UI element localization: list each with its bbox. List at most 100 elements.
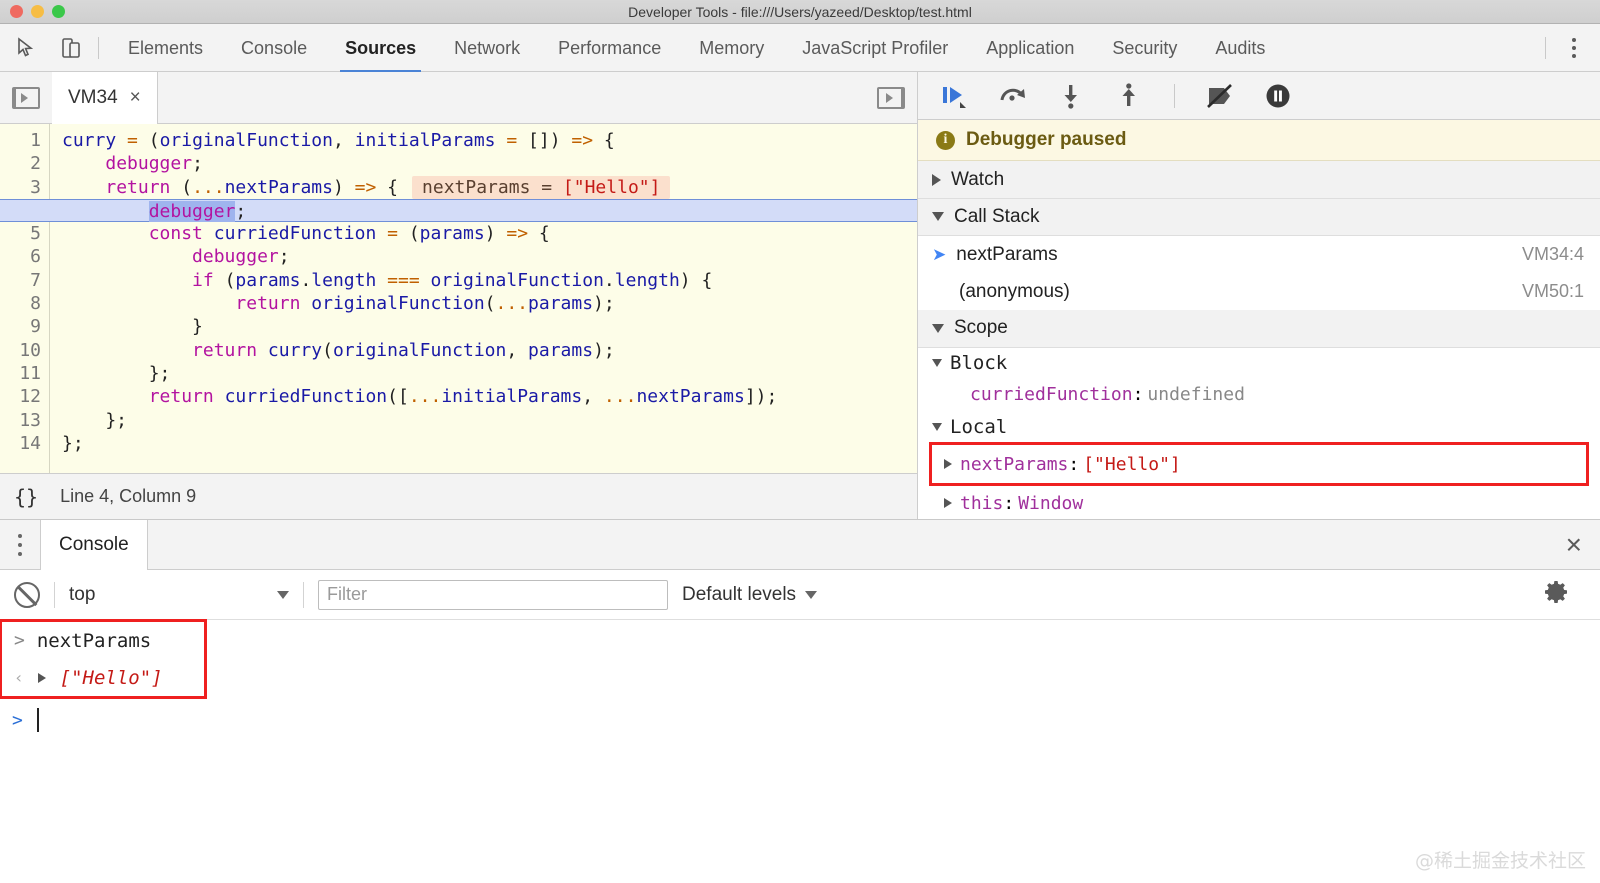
paused-banner-text: Debugger paused xyxy=(966,129,1126,151)
code-line[interactable]: return curriedFunction([...initialParams… xyxy=(50,385,917,408)
line-number[interactable]: 8 xyxy=(0,292,49,315)
tab-application[interactable]: Application xyxy=(967,24,1093,72)
code-token: => xyxy=(506,223,528,244)
code-line[interactable]: curry = (originalFunction, initialParams… xyxy=(50,129,917,152)
line-number[interactable]: 9 xyxy=(0,315,49,338)
log-levels-selector[interactable]: Default levels xyxy=(682,584,817,606)
line-number[interactable]: 14 xyxy=(0,432,49,455)
clear-console-icon[interactable] xyxy=(14,582,40,608)
line-number[interactable]: 3 xyxy=(0,176,49,199)
scope-property-nextparams[interactable]: nextParams : ["Hello"] xyxy=(932,445,1586,483)
code-line[interactable]: debugger; xyxy=(50,152,917,175)
execution-context-selector[interactable]: top xyxy=(69,584,289,606)
console-input-message[interactable]: > nextParams xyxy=(2,622,204,659)
code-editor[interactable]: 1234567891011121314 curry = (originalFun… xyxy=(0,124,917,473)
scope-group-block[interactable]: Block xyxy=(918,348,1600,380)
file-tab-vm34[interactable]: VM34 × xyxy=(52,72,158,124)
filter-input[interactable] xyxy=(318,580,668,610)
section-header-scope[interactable]: Scope xyxy=(918,310,1600,347)
tab-memory[interactable]: Memory xyxy=(680,24,783,72)
line-number[interactable]: 5 xyxy=(0,222,49,245)
drawer-tab-console[interactable]: Console xyxy=(40,520,148,570)
show-debugger-sidebar-icon[interactable] xyxy=(877,87,905,109)
code-token xyxy=(376,223,387,244)
scope-property-this[interactable]: this : Window xyxy=(918,487,1600,519)
console-prompt[interactable]: > xyxy=(0,700,1600,740)
code-line[interactable]: return originalFunction(...params); xyxy=(50,292,917,315)
tab-javascript-profiler[interactable]: JavaScript Profiler xyxy=(783,24,967,72)
expand-object-icon[interactable] xyxy=(38,673,46,683)
line-number[interactable]: 1 xyxy=(0,129,49,152)
scope-property-curriedfunction[interactable]: curriedFunction : undefined xyxy=(918,379,1600,411)
show-navigator-icon[interactable] xyxy=(12,87,40,109)
editor-tabbar: VM34 × xyxy=(0,72,917,124)
deactivate-breakpoints-icon[interactable] xyxy=(1203,79,1237,113)
code-lines[interactable]: curry = (originalFunction, initialParams… xyxy=(50,124,917,473)
console-output-message[interactable]: ‹ ["Hello"] xyxy=(2,659,204,696)
section-header-watch[interactable]: Watch xyxy=(918,161,1600,198)
close-icon[interactable]: × xyxy=(130,87,141,109)
device-toolbar-icon[interactable] xyxy=(54,31,88,65)
code-line-executing[interactable]: debugger; xyxy=(0,199,917,222)
code-token: ); xyxy=(593,340,615,361)
code-token xyxy=(62,386,149,407)
line-number[interactable]: 6 xyxy=(0,245,49,268)
chevron-right-icon[interactable] xyxy=(944,459,952,469)
code-line[interactable]: }; xyxy=(50,432,917,455)
scope-group-local[interactable]: Local xyxy=(918,411,1600,443)
step-into-next-function-call-icon[interactable] xyxy=(1054,79,1088,113)
code-token xyxy=(376,270,387,291)
tab-security[interactable]: Security xyxy=(1093,24,1196,72)
line-number[interactable]: 2 xyxy=(0,152,49,175)
info-icon: i xyxy=(936,131,955,150)
code-line[interactable]: return (...nextParams) => {nextParams = … xyxy=(50,176,917,199)
code-line[interactable]: if (params.length === originalFunction.l… xyxy=(50,269,917,292)
code-token: originalFunction xyxy=(431,270,604,291)
pause-on-exceptions-icon[interactable] xyxy=(1261,79,1295,113)
tab-performance[interactable]: Performance xyxy=(539,24,680,72)
code-token: ( xyxy=(214,270,236,291)
line-number-gutter[interactable]: 1234567891011121314 xyxy=(0,124,50,473)
minimize-window-button[interactable] xyxy=(31,5,44,18)
tab-audits[interactable]: Audits xyxy=(1196,24,1284,72)
close-window-button[interactable] xyxy=(10,5,23,18)
line-number[interactable]: 12 xyxy=(0,385,49,408)
code-token: curry xyxy=(268,340,322,361)
code-token: params xyxy=(528,340,593,361)
console-settings-icon[interactable] xyxy=(1542,578,1570,611)
tab-elements[interactable]: Elements xyxy=(109,24,222,72)
code-line[interactable]: const curriedFunction = (params) => { xyxy=(50,222,917,245)
call-stack-frame[interactable]: (anonymous) VM50:1 xyxy=(918,273,1600,310)
cursor-position: Line 4, Column 9 xyxy=(60,486,196,507)
code-line[interactable]: }; xyxy=(50,362,917,385)
code-token: . xyxy=(300,270,311,291)
close-drawer-icon[interactable]: × xyxy=(1566,531,1582,559)
more-options-icon[interactable] xyxy=(1556,28,1592,68)
code-line[interactable]: } xyxy=(50,315,917,338)
resume-script-execution-icon[interactable] xyxy=(938,79,972,113)
drawer-more-options-icon[interactable] xyxy=(0,534,40,556)
code-token xyxy=(62,340,192,361)
chevron-right-icon[interactable] xyxy=(944,498,952,508)
code-line[interactable]: debugger; xyxy=(50,245,917,268)
step-over-next-function-call-icon[interactable] xyxy=(996,79,1030,113)
code-line[interactable]: }; xyxy=(50,409,917,432)
console-output[interactable]: > nextParams ‹ ["Hello"] > xyxy=(0,620,1600,882)
line-number[interactable]: 10 xyxy=(0,339,49,362)
call-stack-frame-current[interactable]: ➤ nextParams VM34:4 xyxy=(918,236,1600,273)
tab-console[interactable]: Console xyxy=(222,24,326,72)
inspect-element-icon[interactable] xyxy=(10,31,44,65)
line-number[interactable]: 7 xyxy=(0,269,49,292)
line-number[interactable]: 11 xyxy=(0,362,49,385)
section-header-call-stack[interactable]: Call Stack xyxy=(918,199,1600,236)
tab-sources[interactable]: Sources xyxy=(326,24,435,72)
code-line[interactable]: return curry(originalFunction, params); xyxy=(50,339,917,362)
code-token: ; xyxy=(279,246,290,267)
pretty-print-icon[interactable]: {} xyxy=(14,485,38,509)
maximize-window-button[interactable] xyxy=(52,5,65,18)
code-token: ( xyxy=(485,293,496,314)
line-number[interactable]: 13 xyxy=(0,409,49,432)
step-out-of-current-function-icon[interactable] xyxy=(1112,79,1146,113)
tab-network[interactable]: Network xyxy=(435,24,539,72)
filterbar-divider xyxy=(54,582,55,608)
